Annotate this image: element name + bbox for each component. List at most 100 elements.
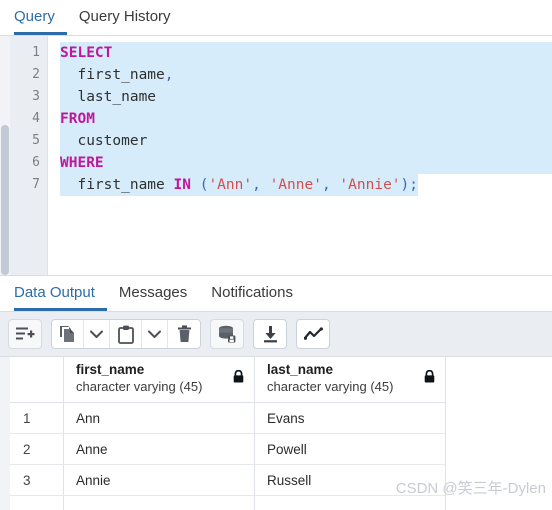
editor-code-area[interactable]: SELECT first_name, last_name FROM custome…: [48, 36, 552, 275]
code-line-selection: WHERE: [60, 152, 552, 174]
cell-empty: [255, 496, 446, 510]
code-line: SELECT: [48, 42, 552, 64]
tab-query[interactable]: Query: [14, 0, 67, 35]
sql-editor[interactable]: 1 2 3 4 5 6 7 SELECT first_name, last_na…: [0, 36, 552, 275]
code-token: WHERE: [60, 155, 104, 171]
code-line-selection: last_name: [60, 86, 552, 108]
code-token: first_name: [60, 67, 165, 83]
code-line: customer: [48, 130, 552, 152]
tab-messages-label: Messages: [118, 283, 188, 301]
cell-last-name[interactable]: Russell: [255, 465, 446, 496]
code-line-selection: first_name IN ('Ann', 'Anne', 'Annie');: [60, 174, 418, 196]
line-number: 4: [32, 111, 40, 126]
code-token: ,: [164, 67, 174, 83]
code-line-selection: first_name,: [60, 64, 552, 86]
lock-icon: [233, 369, 244, 386]
code-line: last_name: [48, 86, 552, 108]
column-type: character varying (45): [76, 379, 203, 394]
code-token: 'Ann': [208, 177, 253, 193]
editor-line-number-gutter: 1 2 3 4 5 6 7: [10, 36, 48, 275]
chevron-down-icon: [90, 330, 103, 339]
line-number: 7: [32, 177, 40, 192]
table-row[interactable]: 3 Annie Russell: [0, 465, 552, 496]
code-token: ,: [321, 177, 340, 193]
result-grid-toolbar: [0, 312, 552, 357]
row-number: 3: [10, 465, 64, 496]
code-token: );: [400, 177, 418, 193]
toolbar-group-graph: [296, 319, 330, 349]
copy-icon: [59, 325, 76, 343]
grid-left-rail: [0, 357, 10, 403]
add-row-button[interactable]: [9, 320, 41, 348]
copy-button[interactable]: [52, 320, 84, 348]
download-csv-button[interactable]: [254, 320, 286, 348]
tab-query-history[interactable]: Query History: [79, 0, 183, 35]
table-row[interactable]: 2 Anne Powell: [0, 434, 552, 465]
cell-last-name[interactable]: Powell: [255, 434, 446, 465]
code-token: 'Annie': [339, 177, 401, 193]
code-line-selection: SELECT: [60, 42, 552, 64]
column-type: character varying (45): [267, 379, 394, 394]
output-tab-bar: Data Output Messages Notifications: [0, 275, 552, 312]
grid-left-rail: [0, 496, 10, 510]
editor-vertical-scrollbar[interactable]: [0, 36, 10, 275]
paste-button[interactable]: [110, 320, 142, 348]
code-line: first_name IN ('Ann', 'Anne', 'Annie');: [48, 174, 552, 196]
line-number: 5: [32, 133, 40, 148]
graph-visualiser-icon: [303, 326, 323, 342]
grid-left-rail: [0, 434, 10, 465]
tab-data-output[interactable]: Data Output: [14, 276, 107, 311]
code-token: IN: [173, 177, 191, 193]
add-row-icon: [15, 326, 35, 343]
code-token: customer: [60, 133, 148, 149]
copy-options-button[interactable]: [84, 320, 110, 348]
cell-first-name[interactable]: Ann: [64, 403, 255, 434]
save-data-button[interactable]: [211, 320, 243, 348]
paste-icon: [117, 325, 134, 344]
row-number-empty: [10, 496, 64, 510]
cell-first-name[interactable]: Annie: [64, 465, 255, 496]
code-token: (: [190, 177, 209, 193]
tab-notifications[interactable]: Notifications: [211, 276, 305, 311]
toolbar-group-save: [210, 319, 244, 349]
code-token: 'Anne': [269, 177, 322, 193]
paste-options-button[interactable]: [142, 320, 168, 348]
cell-first-name[interactable]: Anne: [64, 434, 255, 465]
code-line: FROM: [48, 108, 552, 130]
scrollbar-thumb[interactable]: [1, 125, 9, 275]
line-number: 1: [32, 45, 40, 60]
column-header-first-name[interactable]: first_name character varying (45): [64, 357, 255, 403]
row-number: 1: [10, 403, 64, 434]
line-number: 3: [32, 89, 40, 104]
lock-icon: [424, 369, 435, 386]
column-name: first_name: [76, 362, 145, 377]
code-line-selection: customer: [60, 130, 552, 152]
graph-visualiser-button[interactable]: [297, 320, 329, 348]
code-token: ,: [252, 177, 270, 193]
code-token: FROM: [60, 111, 95, 127]
code-token: first_name: [60, 177, 174, 193]
delete-icon: [177, 325, 192, 343]
tab-messages[interactable]: Messages: [119, 276, 199, 311]
table-row[interactable]: 1 Ann Evans: [0, 403, 552, 434]
tab-query-label: Query: [14, 7, 55, 25]
tab-data-output-label: Data Output: [14, 283, 95, 301]
code-line: first_name,: [48, 64, 552, 86]
table-header-row: first_name character varying (45) last_n…: [0, 357, 552, 403]
delete-row-button[interactable]: [168, 320, 200, 348]
code-line: WHERE: [48, 152, 552, 174]
download-icon: [262, 325, 279, 343]
column-name: last_name: [267, 362, 334, 377]
row-number-header: [10, 357, 64, 403]
toolbar-group-download: [253, 319, 287, 349]
result-grid[interactable]: first_name character varying (45) last_n…: [0, 357, 552, 510]
code-line-selection: FROM: [60, 108, 552, 130]
editor-tab-bar: Query Query History: [0, 0, 552, 36]
grid-empty-tail: [0, 496, 552, 510]
column-header-last-name[interactable]: last_name character varying (45): [255, 357, 446, 403]
code-token: SELECT: [60, 45, 113, 61]
chevron-down-icon: [148, 330, 161, 339]
grid-left-rail: [0, 465, 10, 496]
row-number: 2: [10, 434, 64, 465]
cell-last-name[interactable]: Evans: [255, 403, 446, 434]
